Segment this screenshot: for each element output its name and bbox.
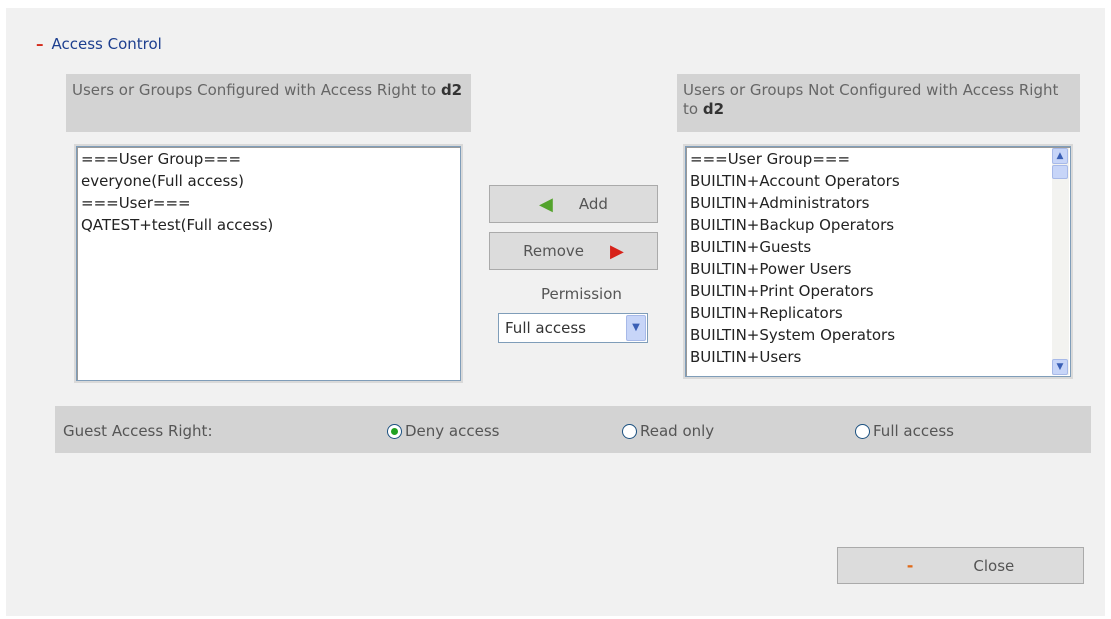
remove-button-label: Remove bbox=[523, 242, 585, 260]
guest-access-label: Guest Access Right: bbox=[63, 422, 213, 440]
list-item[interactable]: BUILTIN+Replicators bbox=[690, 302, 1066, 324]
not-configured-header-text: Users or Groups Not Configured with Acce… bbox=[683, 81, 1059, 118]
permission-select[interactable]: Full access ▼ bbox=[498, 313, 648, 343]
scroll-thumb[interactable] bbox=[1052, 165, 1068, 179]
section-title: Access Control bbox=[51, 35, 162, 53]
list-item[interactable]: BUILTIN+Administrators bbox=[690, 192, 1066, 214]
configured-header-text: Users or Groups Configured with Access R… bbox=[72, 81, 441, 99]
list-item[interactable]: BUILTIN+Users bbox=[690, 346, 1066, 368]
not-configured-users-listbox[interactable]: ===User Group=== BUILTIN+Account Operato… bbox=[685, 146, 1071, 377]
list-item[interactable]: QATEST+test(Full access) bbox=[81, 214, 456, 236]
list-item[interactable]: BUILTIN+Account Operators bbox=[690, 170, 1066, 192]
section-header[interactable]: – Access Control bbox=[36, 35, 162, 53]
not-configured-list-header: Users or Groups Not Configured with Acce… bbox=[677, 74, 1080, 132]
permission-selected-value: Full access bbox=[505, 319, 586, 337]
radio-label: Deny access bbox=[405, 422, 500, 440]
radio-unchecked-icon[interactable] bbox=[622, 423, 637, 439]
arrow-right-icon: ▶ bbox=[610, 240, 624, 262]
radio-deny-access[interactable]: Deny access bbox=[387, 422, 499, 440]
chevron-down-icon[interactable]: ▼ bbox=[626, 315, 646, 341]
list-item[interactable]: ===User Group=== bbox=[690, 148, 1066, 170]
list-item[interactable]: BUILTIN+Power Users bbox=[690, 258, 1066, 280]
permission-label: Permission bbox=[541, 285, 622, 303]
radio-checked-icon[interactable] bbox=[387, 423, 402, 439]
scroll-up-icon[interactable]: ▲ bbox=[1052, 148, 1068, 164]
close-button[interactable]: - Close bbox=[837, 547, 1084, 584]
listbox-scrollbar[interactable]: ▲ ▼ bbox=[1052, 148, 1069, 375]
list-item[interactable]: BUILTIN+Backup Operators bbox=[690, 214, 1066, 236]
list-item[interactable]: ===User Group=== bbox=[81, 148, 456, 170]
minus-icon: - bbox=[906, 556, 914, 575]
radio-full-access[interactable]: Full access bbox=[855, 422, 954, 440]
list-item[interactable]: ===User=== bbox=[81, 192, 456, 214]
folder-name: d2 bbox=[702, 100, 725, 118]
list-item[interactable]: BUILTIN+System Operators bbox=[690, 324, 1066, 346]
add-button[interactable]: ◀ Add bbox=[489, 185, 658, 223]
radio-unchecked-icon[interactable] bbox=[855, 423, 870, 439]
radio-label: Read only bbox=[640, 422, 715, 440]
radio-label: Full access bbox=[873, 422, 954, 440]
guest-access-bar: Guest Access Right: Deny access Read onl… bbox=[55, 406, 1091, 453]
configured-users-listbox[interactable]: ===User Group=== everyone(Full access) =… bbox=[76, 146, 461, 381]
list-item[interactable]: everyone(Full access) bbox=[81, 170, 456, 192]
folder-name: d2 bbox=[440, 81, 463, 99]
configured-list-header: Users or Groups Configured with Access R… bbox=[66, 74, 471, 132]
arrow-left-icon: ◀ bbox=[539, 193, 553, 215]
collapse-icon[interactable]: – bbox=[36, 35, 44, 53]
list-item[interactable]: BUILTIN+Guests bbox=[690, 236, 1066, 258]
close-button-label: Close bbox=[973, 556, 1015, 575]
radio-read-only[interactable]: Read only bbox=[622, 422, 714, 440]
add-button-label: Add bbox=[578, 195, 608, 213]
remove-button[interactable]: Remove ▶ bbox=[489, 232, 658, 270]
list-item[interactable]: BUILTIN+Print Operators bbox=[690, 280, 1066, 302]
scroll-down-icon[interactable]: ▼ bbox=[1052, 359, 1068, 375]
